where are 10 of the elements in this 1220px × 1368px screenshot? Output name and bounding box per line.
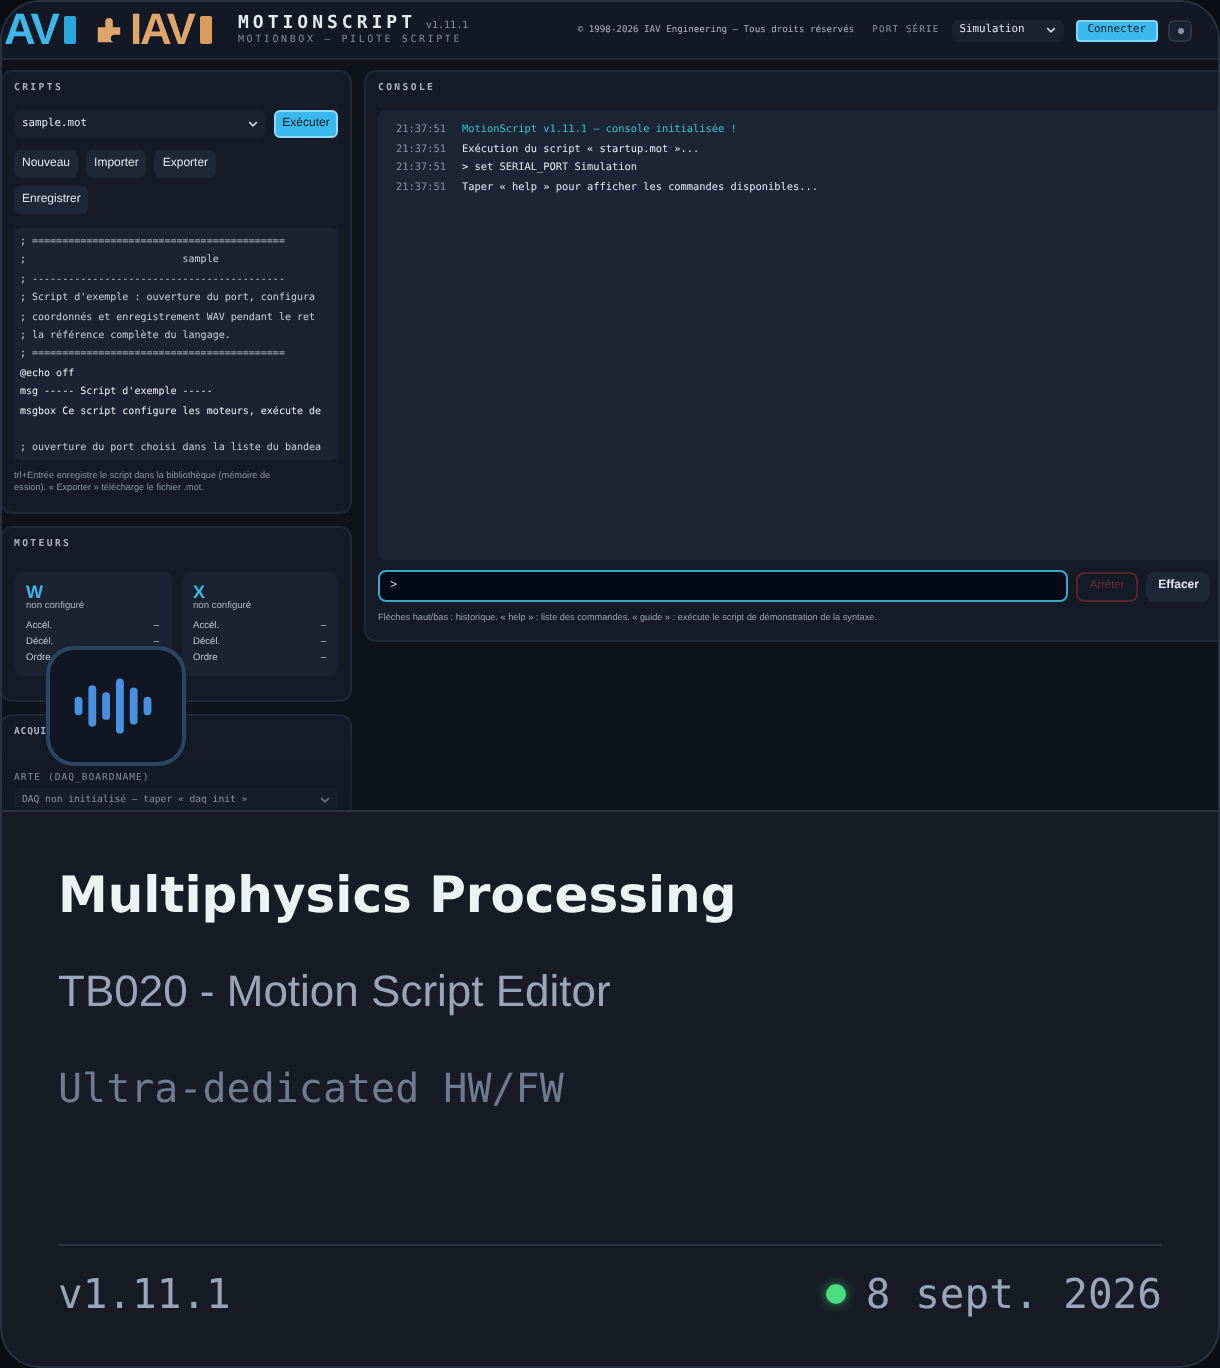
axis-label: W xyxy=(26,582,45,602)
logo-text: IAV xyxy=(129,4,194,56)
card-subtitle: TB020 - Motion Script Editor xyxy=(58,964,613,1020)
card-tagline: Ultra-dedicated HW/FW xyxy=(58,1062,566,1116)
axis-label: X xyxy=(193,582,208,602)
date-label: 8 sept. 2026 xyxy=(865,1270,1162,1318)
logo-text: AV xyxy=(4,4,58,56)
version-label: v1.11.1 xyxy=(58,1270,231,1318)
app-title: MOTIONSCRIPT xyxy=(237,14,417,34)
card-title: Multiphysics Processing xyxy=(58,864,739,928)
